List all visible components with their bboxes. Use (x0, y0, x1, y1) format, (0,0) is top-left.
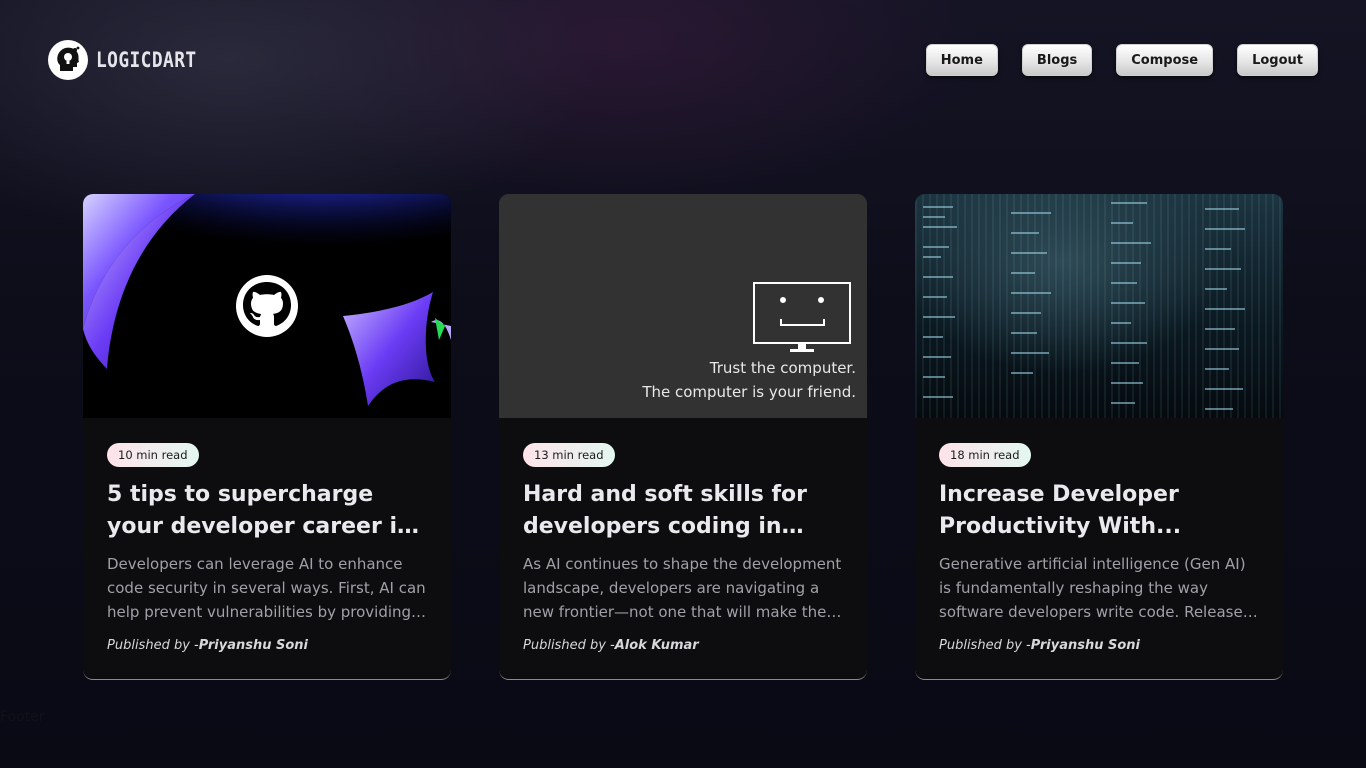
navbar: LOGICDART Home Blogs Compose Logout (48, 40, 1318, 82)
nav-home-button[interactable]: Home (925, 44, 998, 76)
brain-bulb-icon (48, 40, 88, 80)
author-name: Priyanshu Soni (198, 638, 308, 653)
read-time-badge: 18 min read (939, 443, 1031, 467)
card-description: Developers can leverage AI to enhance co… (107, 555, 426, 621)
author-name: Priyanshu Soni (1030, 638, 1140, 653)
blog-card[interactable]: 10 min read 5 tips to supercharge your d… (83, 194, 451, 680)
read-time-badge: 10 min read (107, 443, 199, 467)
nav-compose-button[interactable]: Compose (1116, 44, 1214, 76)
brand-logo[interactable]: LOGICDART (48, 40, 214, 80)
read-time-badge: 13 min read (523, 443, 615, 467)
card-description: Generative artificial intelligence (Gen … (939, 555, 1253, 621)
image-caption-line2: The computer is your friend. (641, 383, 856, 401)
brand-name: LOGICDART (96, 48, 197, 72)
blog-card[interactable]: Trust the computer. The computer is your… (499, 194, 867, 680)
card-body: 18 min read Increase Developer Productiv… (915, 418, 1283, 653)
github-icon (236, 275, 298, 337)
nav-logout-button[interactable]: Logout (1237, 44, 1318, 76)
nav-blogs-button[interactable]: Blogs (1021, 44, 1093, 76)
blog-card-list: 10 min read 5 tips to supercharge your d… (83, 194, 1283, 680)
published-prefix: Published by - (523, 638, 615, 653)
card-title[interactable]: 5 tips to supercharge your developer car… (107, 479, 427, 543)
matrix-code-image (915, 194, 1283, 418)
card-cover-image: Trust the computer. The computer is your… (499, 194, 867, 418)
card-cover-image (83, 194, 451, 418)
nav-links: Home Blogs Compose Logout (925, 44, 1318, 76)
published-prefix: Published by - (107, 638, 199, 653)
card-published-by: Published by -Alok Kumar (523, 638, 843, 653)
card-body: 10 min read 5 tips to supercharge your d… (83, 418, 451, 653)
blog-card[interactable]: 18 min read Increase Developer Productiv… (915, 194, 1283, 680)
card-title[interactable]: Hard and soft skills for developers codi… (523, 479, 843, 543)
card-published-by: Published by -Priyanshu Soni (107, 638, 427, 653)
image-caption-line1: Trust the computer. (709, 359, 856, 377)
card-body: 13 min read Hard and soft skills for dev… (499, 418, 867, 653)
card-title[interactable]: Increase Developer Productivity With... (939, 479, 1259, 543)
author-name: Alok Kumar (614, 638, 699, 653)
footer: Footer (0, 709, 45, 725)
published-prefix: Published by - (939, 638, 1031, 653)
card-published-by: Published by -Priyanshu Soni (939, 638, 1259, 653)
card-description: As AI continues to shape the development… (523, 555, 842, 621)
